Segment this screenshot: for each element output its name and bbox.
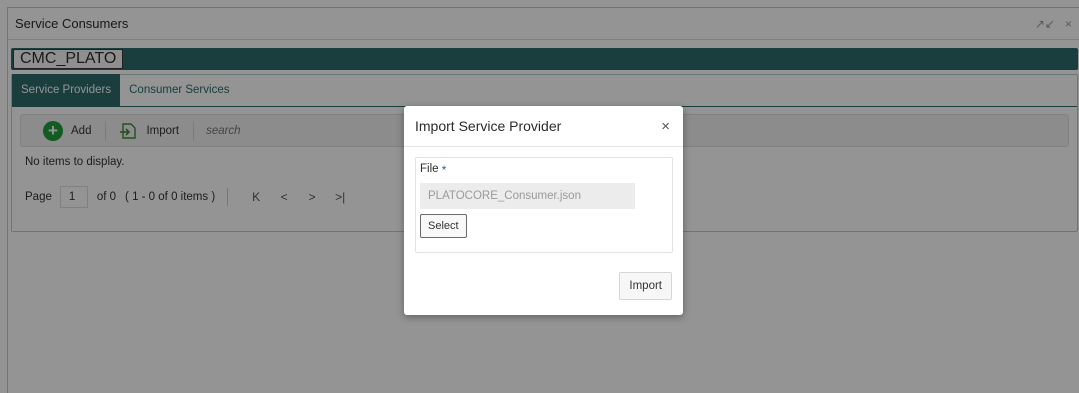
dialog-title: Import Service Provider <box>415 118 562 134</box>
dialog-footer: Import <box>619 272 672 300</box>
file-name-field <box>420 183 635 209</box>
file-section: File * Select <box>415 157 673 253</box>
import-confirm-button[interactable]: Import <box>619 272 672 300</box>
dialog-header: Import Service Provider × <box>404 106 683 147</box>
import-provider-dialog: Import Service Provider × File * Select … <box>404 106 683 315</box>
file-field-label: File * <box>420 163 672 177</box>
file-label-text: File <box>420 163 439 175</box>
required-marker: * <box>441 163 447 177</box>
select-file-button[interactable]: Select <box>420 214 467 238</box>
close-icon[interactable]: × <box>661 118 670 135</box>
